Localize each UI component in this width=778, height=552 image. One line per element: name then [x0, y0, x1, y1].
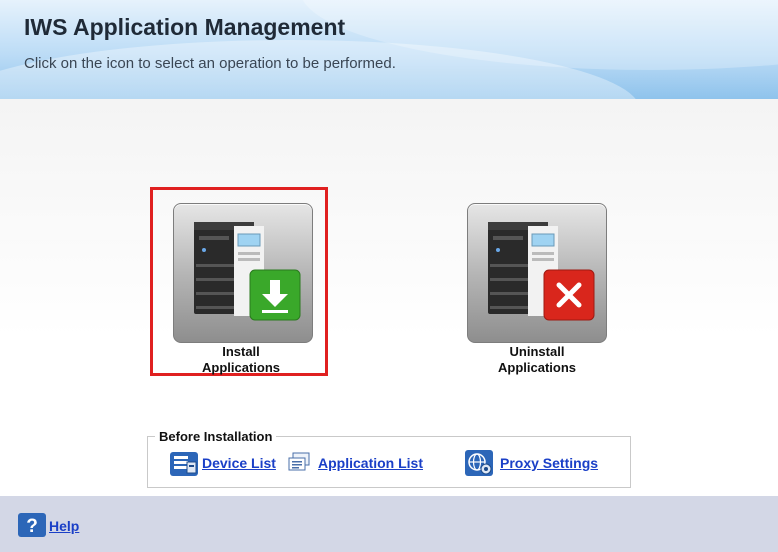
- install-applications-label: Install Applications: [161, 344, 321, 376]
- application-list-icon[interactable]: [288, 452, 310, 472]
- page-subtitle: Click on the icon to select an operation…: [24, 55, 396, 72]
- install-applications-button[interactable]: [173, 203, 313, 343]
- printer-remove-icon: [488, 222, 595, 321]
- svg-text:?: ?: [26, 516, 38, 537]
- device-list-link[interactable]: Device List: [202, 455, 276, 471]
- footer-bar: [0, 496, 778, 552]
- install-label-line1: Install: [222, 344, 260, 359]
- install-label-line2: Applications: [201, 360, 280, 375]
- header-banner: IWS Application Management Click on the …: [0, 0, 778, 99]
- help-link[interactable]: Help: [49, 518, 79, 534]
- uninstall-label-line1: Uninstall: [509, 344, 565, 359]
- question-icon[interactable]: ?: [18, 513, 46, 537]
- device-list-icon[interactable]: [170, 452, 198, 476]
- application-list-link[interactable]: Application List: [318, 455, 423, 471]
- printer-download-icon: [194, 222, 301, 321]
- globe-gear-icon[interactable]: [465, 450, 493, 476]
- before-installation-legend: Before Installation: [155, 429, 277, 444]
- uninstall-applications-label: Uninstall Applications: [457, 344, 617, 376]
- proxy-settings-link[interactable]: Proxy Settings: [500, 455, 598, 471]
- uninstall-label-line2: Applications: [497, 360, 576, 375]
- uninstall-applications-button[interactable]: [467, 203, 607, 343]
- page-title: IWS Application Management: [24, 14, 346, 40]
